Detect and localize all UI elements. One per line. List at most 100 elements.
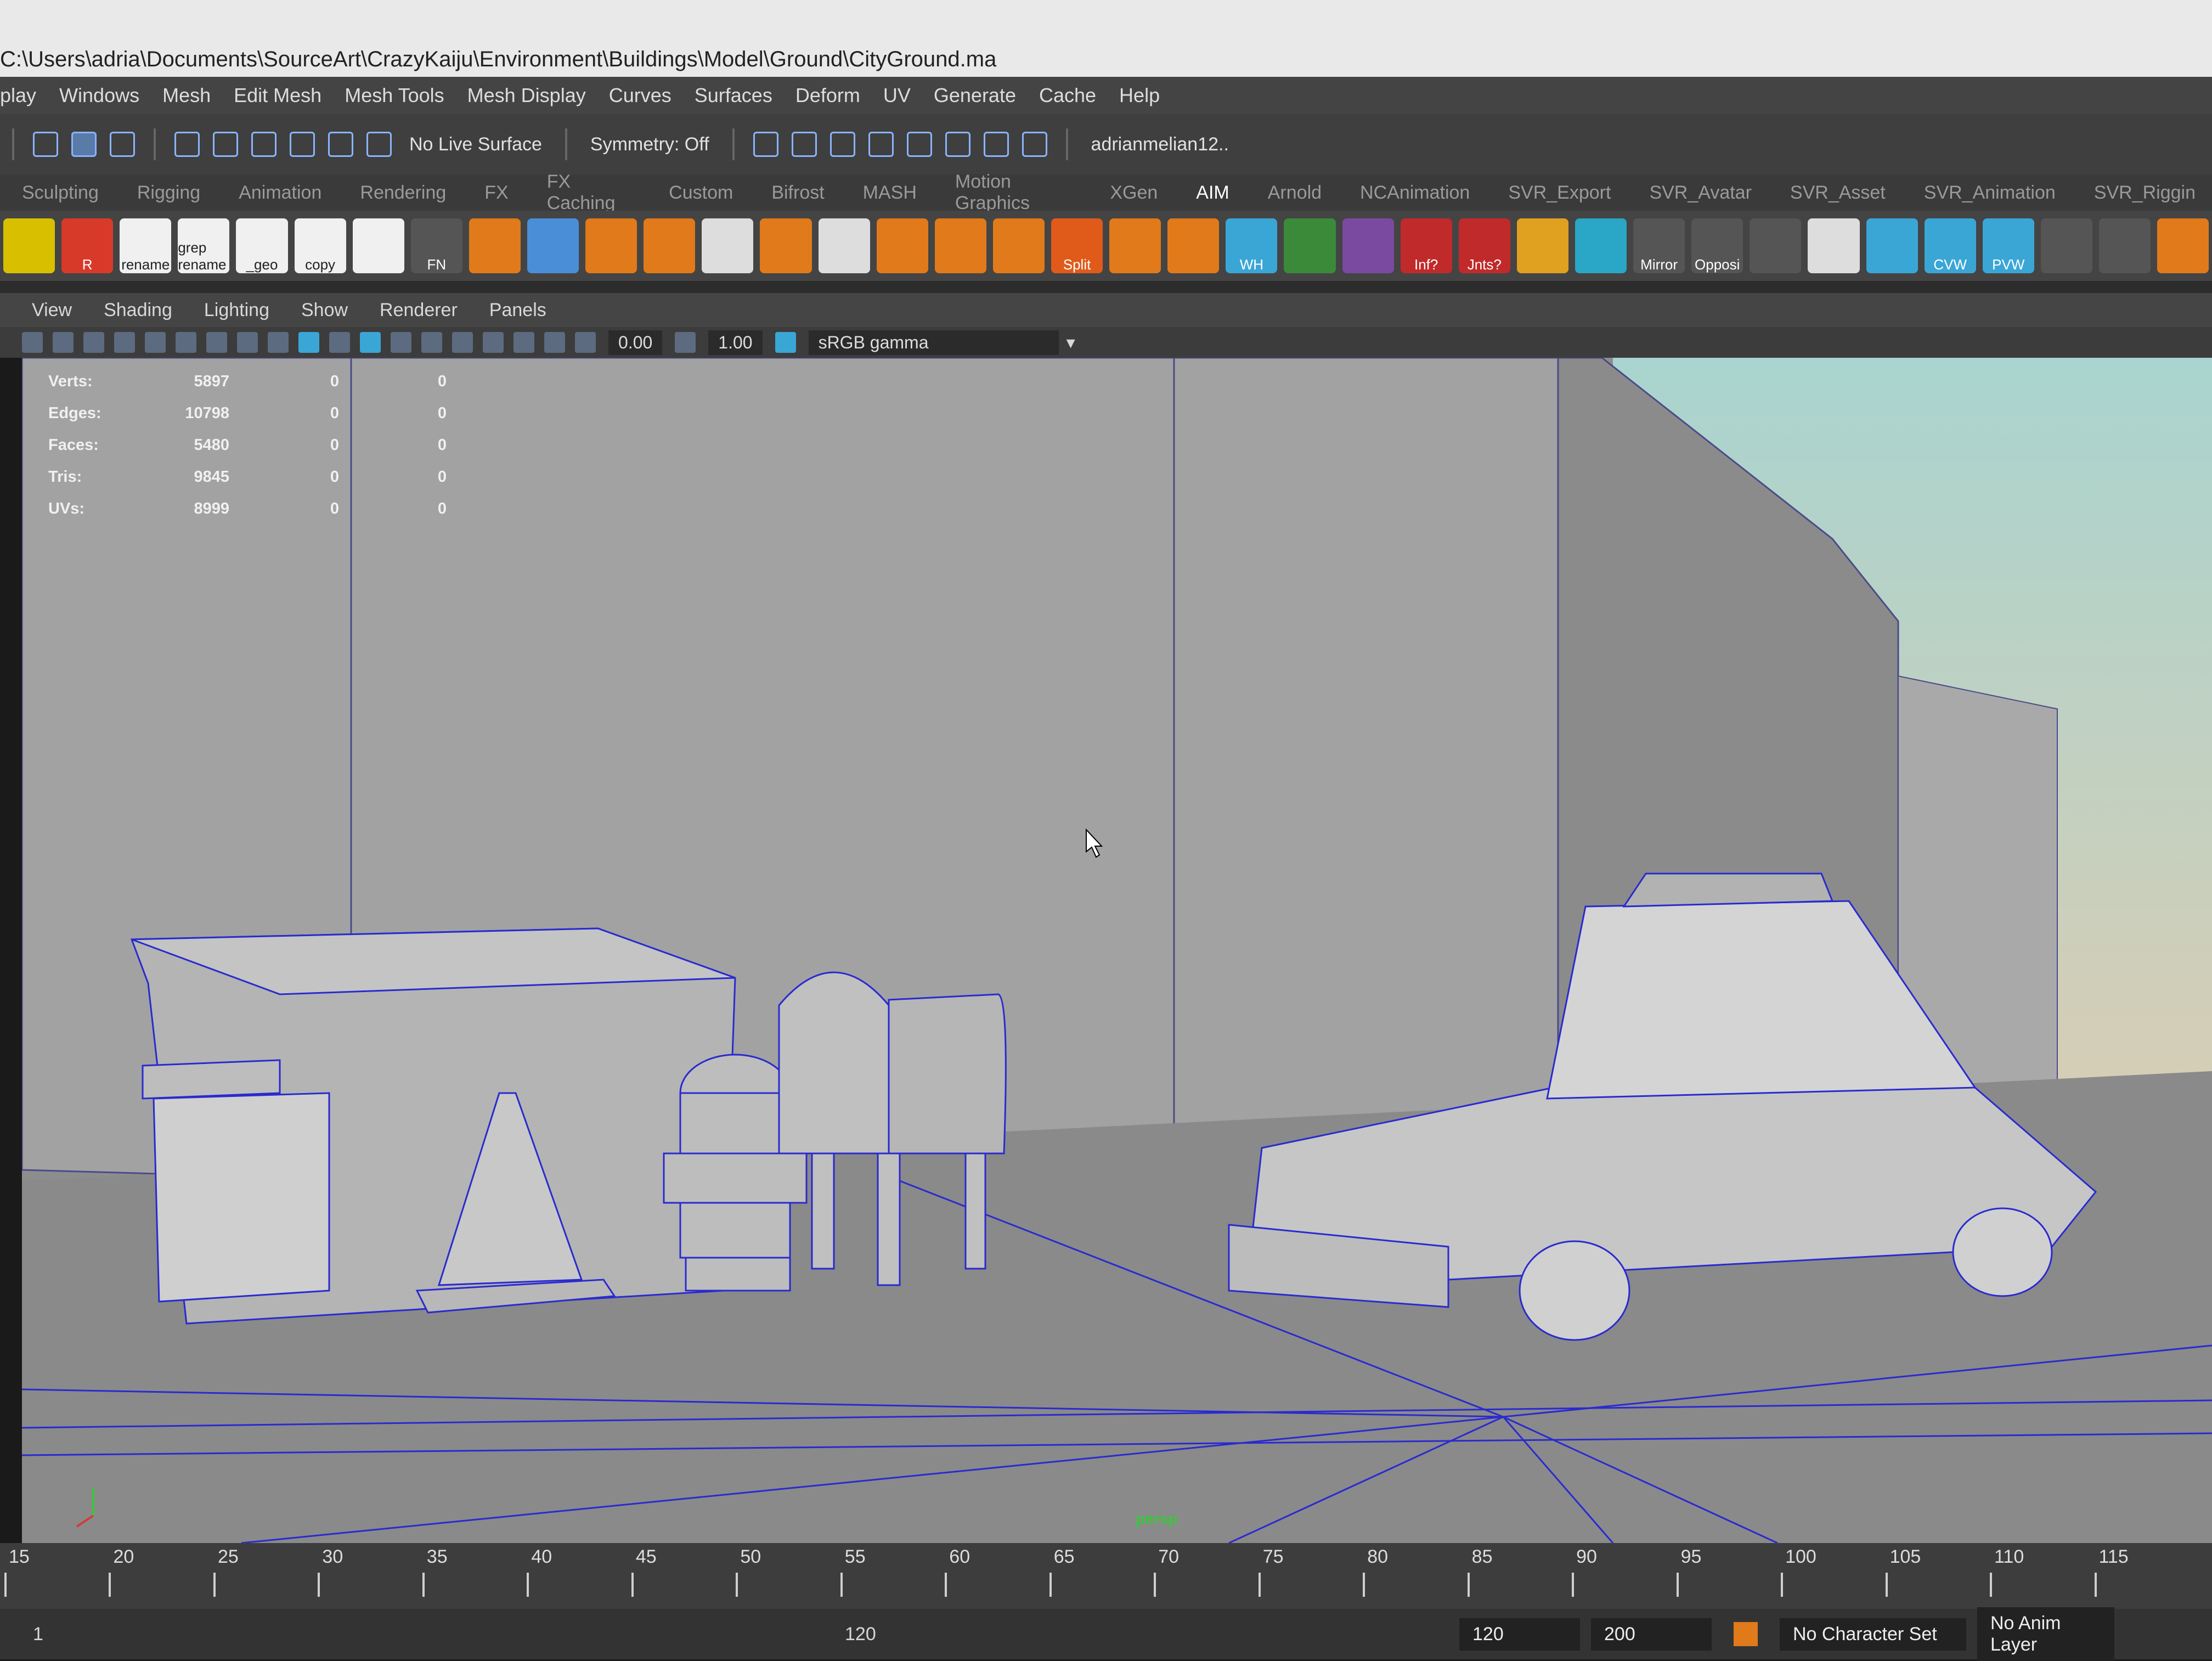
user-account-button[interactable]: adrianmelian12..	[1091, 134, 1229, 155]
hypershade-icon[interactable]	[906, 132, 932, 157]
menu-mesh-display[interactable]: Mesh Display	[467, 84, 586, 107]
brush-icon[interactable]	[527, 218, 579, 273]
snap-view-plane-icon[interactable]	[290, 132, 315, 157]
bridge-icon[interactable]	[876, 218, 928, 273]
menu-windows[interactable]: Windows	[59, 84, 139, 107]
exposure-icon[interactable]	[575, 332, 596, 353]
opposite-icon[interactable]: Opposi	[1691, 218, 1743, 273]
gamma-icon[interactable]	[675, 332, 696, 353]
sphere-wire-icon[interactable]	[1167, 218, 1220, 273]
panel-menu-view[interactable]: View	[32, 300, 72, 321]
pvw-icon[interactable]: PVW	[1982, 218, 2034, 273]
split-icon[interactable]: Split	[1051, 218, 1103, 273]
menu-mesh-tools[interactable]: Mesh Tools	[345, 84, 444, 107]
grid-joint-icon[interactable]	[1808, 218, 1860, 273]
resolution-gate-icon[interactable]	[206, 332, 227, 353]
menu-mesh[interactable]: Mesh	[162, 84, 211, 107]
bone-icon[interactable]	[1866, 218, 1918, 273]
animation-end-field[interactable]: 200	[1591, 1618, 1712, 1651]
ambient-occlusion-icon[interactable]	[483, 332, 504, 353]
grid-orange-icon[interactable]	[469, 218, 521, 273]
render-view-icon[interactable]	[753, 132, 778, 157]
live-surface-field[interactable]: No Live Surface	[409, 134, 542, 155]
menu-uv[interactable]: UV	[883, 84, 911, 107]
snap-curve-icon[interactable]	[213, 132, 238, 157]
shelf-tab-ncanimation[interactable]: NCAnimation	[1360, 182, 1470, 204]
shelf-tab-xgen[interactable]: XGen	[1110, 182, 1158, 204]
shelf-tab-animation[interactable]: Animation	[239, 182, 321, 204]
shelf-tab-svr-asset[interactable]: SVR_Asset	[1790, 182, 1886, 204]
textured-icon[interactable]	[329, 332, 350, 353]
shelf-tab-svr-export[interactable]: SVR_Export	[1508, 182, 1611, 204]
viewport-persp[interactable]: Verts: 5897 0 0 Edges: 10798 0 0 Faces: 5480 0 0 Tri…	[22, 358, 2212, 1543]
panel-menu-lighting[interactable]: Lighting	[204, 300, 269, 321]
menu-cache[interactable]: Cache	[1039, 84, 1096, 107]
magnet-icon[interactable]	[366, 132, 392, 157]
menu-deform[interactable]: Deform	[795, 84, 860, 107]
checker-icon[interactable]	[1284, 218, 1336, 273]
mirror-blocks-icon[interactable]	[1109, 218, 1161, 273]
refresh-icon[interactable]	[1750, 218, 1802, 273]
bookmark-icon[interactable]	[83, 332, 104, 353]
shelf-tab-motion-graphics[interactable]: Motion Graphics	[955, 171, 1071, 214]
menu-surfaces[interactable]: Surfaces	[695, 84, 772, 107]
chevron-down-icon[interactable]: ▾	[1066, 332, 1075, 353]
remove-icon[interactable]	[2040, 218, 2092, 273]
panel-menu-renderer[interactable]: Renderer	[380, 300, 458, 321]
playback-end-field[interactable]: 120	[1459, 1618, 1580, 1651]
shelf-tab-svr-riggin[interactable]: SVR_Riggin	[2094, 182, 2196, 204]
render-settings-icon[interactable]	[868, 132, 894, 157]
select-hierarchy-icon[interactable]	[33, 132, 58, 157]
orange-sphere-icon[interactable]	[2157, 218, 2209, 273]
wh-icon[interactable]: WH	[1226, 218, 1278, 273]
panel-menu-panels[interactable]: Panels	[489, 300, 546, 321]
anim-layer-dropdown[interactable]: No Anim Layer	[1977, 1607, 2114, 1661]
render-current-icon[interactable]	[791, 132, 817, 157]
safe-action-icon[interactable]	[237, 332, 258, 353]
color-management-icon[interactable]	[775, 332, 796, 353]
geo-suffix-icon[interactable]: _geo	[236, 218, 288, 273]
purple-frame-icon[interactable]	[1342, 218, 1394, 273]
cycle-icon[interactable]	[2098, 218, 2151, 273]
image-plane-icon[interactable]	[114, 332, 135, 353]
xray-icon[interactable]	[391, 332, 411, 353]
red-plus-icon[interactable]	[352, 218, 404, 273]
smooth-shade-icon[interactable]	[298, 332, 319, 353]
shelf-tab-svr-avatar[interactable]: SVR_Avatar	[1649, 182, 1751, 204]
eye-fn-icon[interactable]: FN	[410, 218, 462, 273]
shelf-tab-mash[interactable]: MASH	[863, 182, 917, 204]
rename-r-icon[interactable]: R	[61, 218, 114, 273]
panel-menu-show[interactable]: Show	[301, 300, 348, 321]
render-setup-icon[interactable]	[945, 132, 970, 157]
snap-point-icon[interactable]	[251, 132, 276, 157]
shelf-tab-fx[interactable]: FX	[484, 182, 508, 204]
range-start-field[interactable]: 1	[33, 1624, 88, 1645]
wireframe-icon[interactable]	[268, 332, 289, 353]
shelf-tab-aim[interactable]: AIM	[1196, 182, 1229, 204]
snap-grid-icon[interactable]	[174, 132, 200, 157]
ipr-render-icon[interactable]	[830, 132, 855, 157]
combine-icon[interactable]	[934, 218, 986, 273]
crosshair-copy-icon[interactable]: copy	[294, 218, 346, 273]
question-icon[interactable]: Inf?	[1400, 218, 1452, 273]
menu-generate[interactable]: Generate	[934, 84, 1016, 107]
exposure-field[interactable]: 0.00	[608, 330, 663, 355]
hash-rename-icon[interactable]: rename	[120, 218, 172, 273]
snap-live-icon[interactable]	[328, 132, 353, 157]
select-object-icon[interactable]	[71, 132, 97, 157]
color-space-dropdown[interactable]: sRGB gamma	[808, 330, 1059, 355]
cvw-icon[interactable]: CVW	[1924, 218, 1976, 273]
grep-rename-icon[interactable]: grep rename	[178, 218, 230, 273]
cube-orange-icon[interactable]	[760, 218, 812, 273]
separate-icon[interactable]	[992, 218, 1045, 273]
light-editor-icon[interactable]	[983, 132, 1009, 157]
shelf-tab-rendering[interactable]: Rendering	[360, 182, 446, 204]
gamma-field[interactable]: 1.00	[708, 330, 763, 355]
character-set-dropdown[interactable]: No Character Set	[1780, 1618, 1966, 1651]
bevel-icon[interactable]	[644, 218, 696, 273]
shelf-tab-svr-animation[interactable]: SVR_Animation	[1924, 182, 2056, 204]
time-slider[interactable]: 15 20 25 30 35 40 45 50 55 60 65 70 75 80 85 90 95 100 105…	[0, 1543, 2212, 1609]
xray-joints-icon[interactable]	[544, 332, 565, 353]
shadows-icon[interactable]	[452, 332, 473, 353]
range-inner-end-field[interactable]: 120	[845, 1624, 900, 1645]
